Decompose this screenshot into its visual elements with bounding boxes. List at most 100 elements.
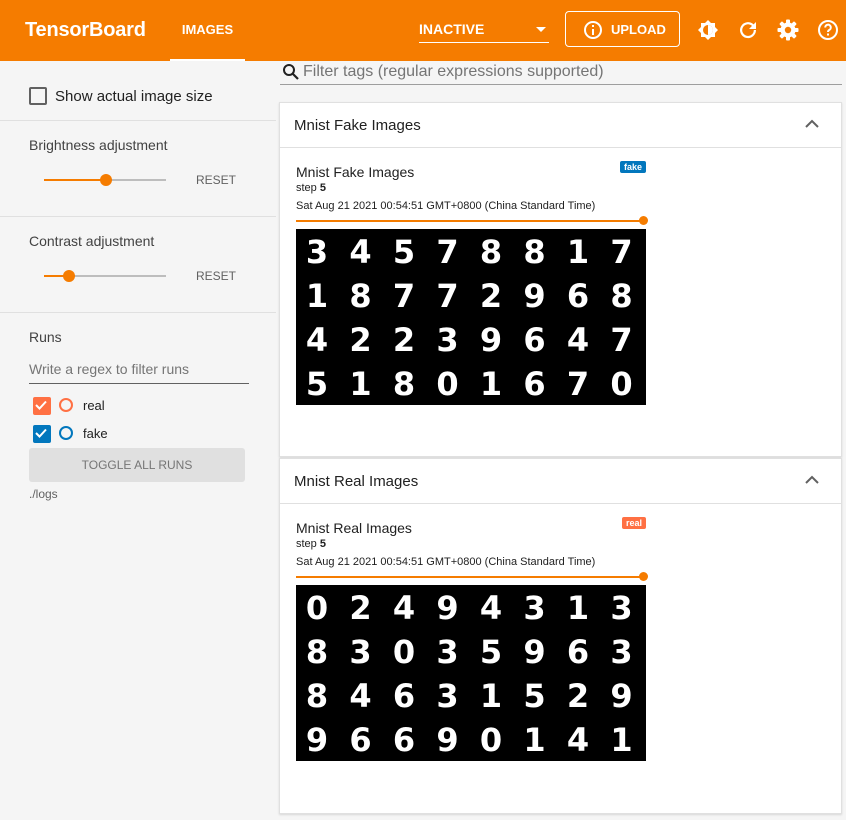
digit-cell: 9 [436,721,458,759]
run-tag-badge: fake [619,161,646,173]
digit-cell: 3 [436,321,458,359]
card-title: Mnist Fake Images [294,117,421,134]
upload-button[interactable]: UPLOAD [565,11,680,47]
digit-cell: 3 [349,633,371,671]
digit-cell: 4 [567,321,589,359]
card-title: Mnist Real Images [294,473,419,490]
digit-cell: 2 [349,321,371,359]
digit-cell: 8 [480,233,502,271]
digit-cell: 1 [480,677,502,715]
digit-cell: 0 [610,365,632,403]
digit-cell: 6 [523,321,545,359]
digit-cell: 5 [393,233,415,271]
digit-cell: 5 [523,677,545,715]
digit-cell: 8 [610,277,632,315]
step-slider-track[interactable] [296,576,643,578]
step-value: 5 [319,538,326,550]
digit-cell: 4 [349,677,371,715]
run-tag-badge: real [621,517,646,529]
divider [0,312,276,313]
plugin-select-dropdown[interactable]: INACTIVE [419,16,549,43]
brightness-reset-button[interactable]: RESET [196,173,236,187]
divider [0,216,276,217]
run-real-color-indicator [59,398,73,412]
refresh-icon[interactable] [736,18,760,42]
digit-cell: 0 [306,589,328,627]
digit-cell: 7 [393,277,415,315]
digit-cell: 9 [306,721,328,759]
image-grid: 34578817187729684223964751801670 [296,229,646,405]
digit-cell: 4 [306,321,328,359]
digit-cell: 5 [480,633,502,671]
info-icon [584,21,602,39]
step-label: step 5 [296,538,326,550]
tab-images[interactable]: IMAGES [170,0,245,61]
brightness-slider-fill [44,179,105,181]
search-icon [283,64,299,80]
digit-cell: 7 [610,233,632,271]
digit-cell: 1 [567,589,589,627]
digit-cell: 9 [436,589,458,627]
logdir-label: ./logs [29,487,58,501]
card-header[interactable]: Mnist Fake Images [280,103,841,148]
step-label-text: step [296,538,317,550]
dropdown-caret-icon [536,27,546,32]
contrast-slider-thumb[interactable] [63,270,75,282]
brightness-label: Brightness adjustment [29,137,168,153]
step-value: 5 [319,182,326,194]
digit-cell: 7 [567,365,589,403]
runs-filter-input[interactable]: Write a regex to filter runs [29,357,249,384]
image-title: Mnist Fake Images [296,164,415,180]
digit-cell: 1 [567,233,589,271]
digit-cell: 8 [306,633,328,671]
card-mnist-fake-images: Mnist Fake Images Mnist Fake Images fake… [279,102,842,457]
run-real-label: real [83,398,105,413]
digit-cell: 9 [610,677,632,715]
digit-cell: 4 [349,233,371,271]
digit-cell: 6 [349,721,371,759]
chevron-up-icon[interactable] [805,475,819,485]
digit-cell: 1 [480,365,502,403]
digit-cell: 1 [349,365,371,403]
tag-filter-input[interactable]: Filter tags (regular expressions support… [280,61,842,85]
digit-cell: 3 [306,233,328,271]
digit-cell: 0 [393,633,415,671]
theme-toggle-icon[interactable] [696,18,720,42]
timestamp: Sat Aug 21 2021 00:54:51 GMT+0800 (China… [296,556,596,568]
timestamp: Sat Aug 21 2021 00:54:51 GMT+0800 (China… [296,200,596,212]
card-mnist-real-images: Mnist Real Images Mnist Real Images real… [279,458,842,814]
digit-cell: 7 [436,233,458,271]
digit-cell: 0 [436,365,458,403]
digit-cell: 9 [480,321,502,359]
brightness-slider-thumb[interactable] [100,174,112,186]
step-slider-track[interactable] [296,220,643,222]
run-fake-checkbox[interactable] [33,425,51,443]
digit-cell: 2 [567,677,589,715]
digit-cell: 6 [567,277,589,315]
digit-cell: 2 [349,589,371,627]
digit-cell: 6 [393,721,415,759]
digit-cell: 6 [393,677,415,715]
digit-cell: 2 [480,277,502,315]
sidebar: Show actual image size Brightness adjust… [0,61,276,820]
digit-cell: 2 [393,321,415,359]
checkmark-icon [35,428,47,438]
settings-icon[interactable] [776,18,800,42]
show-actual-size-label: Show actual image size [55,88,213,105]
contrast-reset-button[interactable]: RESET [196,269,236,283]
toggle-all-runs-button[interactable]: TOGGLE ALL RUNS [29,448,245,482]
upload-label: UPLOAD [611,22,666,37]
chevron-up-icon[interactable] [805,119,819,129]
run-real-checkbox[interactable] [33,397,51,415]
tag-filter-placeholder: Filter tags (regular expressions support… [303,63,604,80]
help-icon[interactable] [816,18,840,42]
mnist-digit-grid: 0 2 4 9 4 3 1 38 3 0 3 5 9 6 38 4 6 3 1 5 2 99 6 6 9 0 1 4 1 [306,589,633,759]
show-actual-size-checkbox[interactable] [29,87,47,105]
step-slider-thumb[interactable] [639,572,648,581]
digit-cell: 7 [610,321,632,359]
card-header[interactable]: Mnist Real Images [280,459,841,504]
step-slider-thumb[interactable] [639,216,648,225]
step-label-text: step [296,182,317,194]
digit-cell: 3 [610,633,632,671]
digit-cell: 4 [393,589,415,627]
